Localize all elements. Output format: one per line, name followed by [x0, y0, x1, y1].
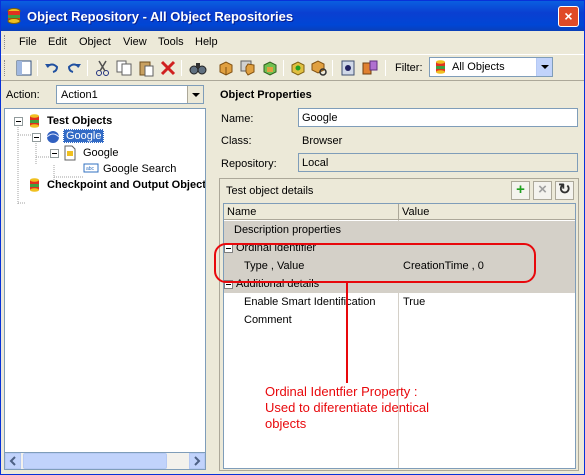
property-name: Comment — [244, 314, 292, 326]
name-label: Name: — [221, 113, 254, 125]
filter-label: Filter: — [395, 62, 423, 74]
add-property-button[interactable]: + — [511, 181, 530, 200]
tree-item-browser-google[interactable]: Google — [27, 129, 197, 145]
callout-line — [346, 283, 348, 383]
filter-dropdown[interactable]: All Objects — [429, 57, 553, 77]
tree-view-icon[interactable] — [15, 59, 33, 77]
column-divider[interactable] — [398, 204, 399, 220]
toolbar-separator — [332, 60, 333, 76]
class-value: Browser — [298, 131, 578, 150]
associate-icon[interactable] — [361, 59, 379, 77]
column-header-name[interactable]: Name — [227, 206, 256, 218]
scroll-right-icon[interactable] — [189, 453, 205, 469]
object-repository-window: Object Repository - All Object Repositor… — [0, 0, 585, 475]
action-value: Action1 — [61, 89, 98, 101]
toolbar-grip[interactable] — [4, 60, 7, 76]
toolbar-separator — [181, 60, 182, 76]
object-tree: Test Objects Google Google abc Google Se… — [4, 108, 206, 453]
toolbar-separator — [283, 60, 284, 76]
action-dropdown[interactable]: Action1 — [56, 85, 204, 104]
repository-value: Local — [298, 153, 578, 172]
table-row[interactable]: Description properties — [224, 221, 575, 239]
ordinal-identifier-highlight — [214, 243, 536, 283]
tree-item-label: Google Search — [103, 163, 177, 175]
collapse-icon[interactable] — [32, 133, 41, 142]
property-name: Description properties — [234, 224, 341, 236]
spy-icon[interactable] — [339, 59, 357, 77]
toolbar-separator — [385, 60, 386, 76]
annotation-line: Used to diferentiate identical — [265, 400, 430, 415]
action-label: Action: — [6, 89, 40, 101]
edit-field-icon: abc — [83, 163, 99, 173]
horizontal-scrollbar[interactable] — [4, 453, 206, 470]
annotation-text: Ordinal Identfier Property : Used to dif… — [265, 384, 495, 432]
cut-icon[interactable] — [94, 59, 112, 77]
tree-item-label: Test Objects — [47, 115, 113, 127]
menu-tools[interactable]: Tools — [158, 36, 184, 48]
window-title: Object Repository - All Object Repositor… — [27, 9, 294, 24]
repository-icon — [30, 114, 39, 128]
tree-item-test-objects[interactable]: Test Objects — [9, 113, 199, 129]
scrollbar-thumb[interactable] — [23, 453, 167, 469]
table-row[interactable]: Enable Smart Identification True — [224, 293, 575, 311]
menu-object[interactable]: Object — [79, 36, 111, 48]
highlight-icon[interactable] — [289, 59, 307, 77]
object-properties-header: Object Properties — [220, 89, 312, 101]
redo-icon[interactable] — [65, 59, 83, 77]
undo-icon[interactable] — [43, 59, 61, 77]
toolbar: Filter: All Objects — [1, 54, 584, 81]
toolbar-separator — [37, 60, 38, 76]
chevron-down-icon[interactable] — [536, 58, 552, 76]
copy-icon[interactable] — [115, 59, 133, 77]
column-header-value[interactable]: Value — [402, 206, 429, 218]
scroll-left-icon[interactable] — [5, 453, 21, 469]
refresh-button[interactable]: ↻ — [555, 181, 574, 200]
menu-help[interactable]: Help — [195, 36, 218, 48]
tree-item-edit-google-search[interactable]: abc Google Search — [83, 161, 203, 177]
test-object-details-title: Test object details — [226, 185, 314, 197]
page-icon — [64, 145, 76, 161]
annotation-line: objects — [265, 416, 307, 431]
remove-property-button[interactable]: × — [533, 181, 552, 200]
menu-bar: File Edit Object View Tools Help — [1, 32, 584, 52]
delete-icon[interactable] — [159, 59, 177, 77]
tree-item-label: Google — [63, 129, 105, 143]
grid-header: Name Value — [224, 204, 575, 220]
browser-icon — [46, 131, 60, 143]
update-object-icon[interactable] — [239, 59, 257, 77]
find-icon[interactable] — [189, 59, 207, 77]
table-row[interactable]: Comment — [224, 311, 575, 329]
object-tree-pane: Action: Action1 Test Objects Google Goog… — [1, 83, 208, 473]
paste-icon[interactable] — [137, 59, 155, 77]
tree-item-label: Google — [83, 147, 119, 159]
tree-item-label: Checkpoint and Output Object — [47, 179, 206, 191]
annotation-line: Ordinal Identfier Property : — [265, 384, 418, 399]
property-name: Enable Smart Identification — [244, 296, 376, 308]
filter-value: All Objects — [452, 61, 505, 73]
menu-grip[interactable] — [4, 35, 7, 49]
repository-icon — [436, 60, 445, 74]
menu-view[interactable]: View — [123, 36, 147, 48]
toolbar-separator — [87, 60, 88, 76]
add-object-icon[interactable] — [217, 59, 235, 77]
chevron-down-icon[interactable] — [187, 86, 203, 103]
class-label: Class: — [221, 135, 252, 147]
repository-icon — [7, 8, 21, 24]
menu-file[interactable]: File — [19, 36, 37, 48]
property-value: True — [403, 296, 426, 308]
close-button[interactable]: × — [558, 6, 579, 27]
name-field[interactable]: Google — [298, 108, 578, 127]
locate-icon[interactable] — [310, 59, 328, 77]
title-bar[interactable]: Object Repository - All Object Repositor… — [1, 1, 584, 31]
repository-icon — [30, 178, 39, 192]
collapse-icon[interactable] — [50, 149, 59, 158]
svg-text:abc: abc — [86, 166, 95, 172]
merge-icon[interactable] — [261, 59, 279, 77]
collapse-icon[interactable] — [14, 117, 23, 126]
tree-item-page-google[interactable]: Google — [45, 145, 195, 161]
menu-edit[interactable]: Edit — [48, 36, 67, 48]
repository-label: Repository: — [221, 158, 277, 170]
tree-item-checkpoints[interactable]: Checkpoint and Output Object — [9, 177, 206, 193]
